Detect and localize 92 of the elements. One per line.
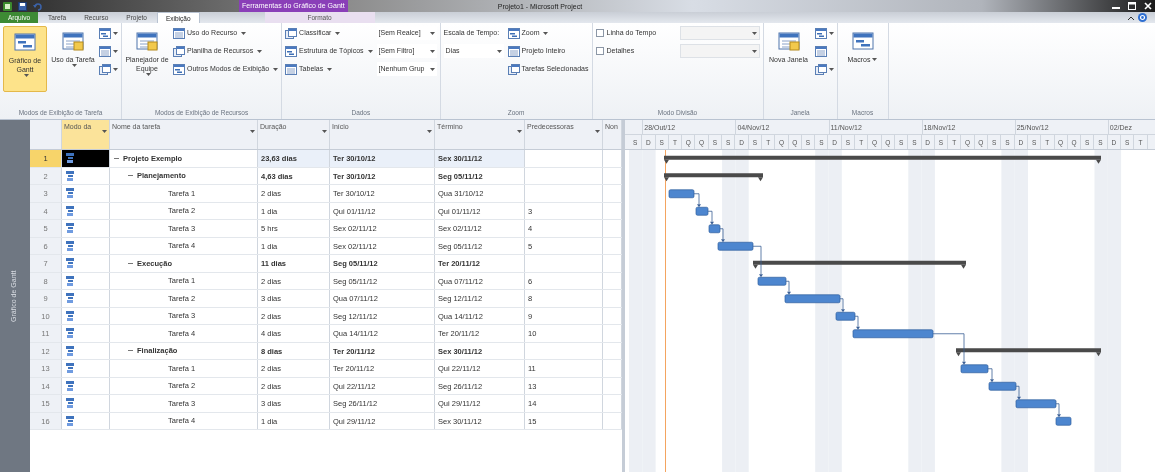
filter-caret-icon xyxy=(595,130,600,133)
filter-caret-icon xyxy=(427,130,432,133)
task-bar[interactable] xyxy=(717,241,754,251)
summary-bar[interactable] xyxy=(664,155,1101,164)
dependency-arrow xyxy=(785,280,791,295)
task-mode-icon xyxy=(66,205,74,216)
view-icon xyxy=(62,30,84,52)
view-icon xyxy=(136,30,158,52)
task-bar[interactable] xyxy=(784,294,841,304)
icon-button[interactable] xyxy=(99,26,118,40)
task-bar[interactable] xyxy=(960,364,989,374)
collapse-ribbon-icon[interactable] xyxy=(1128,15,1134,20)
task-mode-icon xyxy=(66,170,74,181)
task-bar[interactable] xyxy=(988,381,1017,391)
caret-icon xyxy=(751,49,757,53)
task-mode-icon xyxy=(66,153,74,164)
view-icon xyxy=(814,45,827,57)
dependency-arrow xyxy=(1055,403,1061,418)
caret-icon xyxy=(429,67,435,71)
dependency-arrow xyxy=(719,228,725,243)
view-icon xyxy=(99,45,111,57)
view-icon xyxy=(285,45,298,57)
dependency-arrow xyxy=(693,193,701,208)
dependency-arrow xyxy=(987,368,994,383)
save-icon[interactable] xyxy=(18,1,27,11)
summary-bar[interactable] xyxy=(753,260,966,269)
task-mode-icon xyxy=(66,188,74,199)
app-icon xyxy=(3,1,12,11)
task-mode-icon xyxy=(66,223,74,234)
view-icon xyxy=(173,27,185,39)
dropdown-field[interactable] xyxy=(679,44,760,58)
filter-caret-icon xyxy=(250,130,255,133)
view-icon xyxy=(14,31,36,53)
task-mode-icon xyxy=(66,380,74,391)
dependency-arrow xyxy=(932,333,966,365)
task-mode-icon xyxy=(66,363,74,374)
task-bar[interactable] xyxy=(757,276,787,286)
dropdown-field[interactable] xyxy=(679,26,760,40)
task-mode-icon xyxy=(66,258,74,269)
dependency-arrow xyxy=(752,245,763,278)
collapse-icon[interactable] xyxy=(128,173,133,179)
icon-button[interactable] xyxy=(99,62,118,76)
view-icon xyxy=(777,30,800,52)
icon-button[interactable] xyxy=(814,26,834,40)
caret-icon xyxy=(429,49,435,53)
view-icon xyxy=(507,45,520,57)
task-mode-icon xyxy=(66,293,74,304)
view-icon xyxy=(507,27,520,39)
task-bar[interactable] xyxy=(668,189,695,199)
view-icon xyxy=(814,63,827,75)
task-bar[interactable] xyxy=(1015,399,1057,409)
icon-button[interactable] xyxy=(814,62,834,76)
caret-icon xyxy=(429,31,435,35)
task-mode-icon xyxy=(66,240,74,251)
caret-icon xyxy=(496,49,502,53)
task-bar[interactable] xyxy=(1055,416,1072,426)
view-icon xyxy=(285,27,298,39)
view-icon xyxy=(285,63,298,75)
summary-bar[interactable] xyxy=(664,173,763,182)
help-icon[interactable] xyxy=(1138,13,1147,22)
task-bar[interactable] xyxy=(695,206,709,216)
dependency-arrow xyxy=(854,315,860,330)
task-bar[interactable] xyxy=(852,329,934,339)
task-mode-icon xyxy=(66,328,74,339)
task-mode-icon xyxy=(66,275,74,286)
view-icon xyxy=(814,27,827,39)
view-icon xyxy=(851,30,874,52)
task-mode-icon xyxy=(66,345,74,356)
restore-icon[interactable] xyxy=(1128,2,1136,10)
view-icon xyxy=(99,27,111,39)
view-icon xyxy=(99,63,111,75)
summary-bar[interactable] xyxy=(956,348,1101,357)
filter-caret-icon xyxy=(102,130,107,133)
dependency-arrow xyxy=(1015,385,1021,400)
collapse-icon[interactable] xyxy=(128,260,133,266)
close-icon[interactable] xyxy=(1144,2,1152,10)
task-mode-icon xyxy=(66,415,74,426)
caret-icon xyxy=(751,31,757,35)
dependency-arrow xyxy=(839,298,845,313)
collapse-icon[interactable] xyxy=(128,348,133,354)
view-icon xyxy=(173,63,185,75)
filter-caret-icon xyxy=(517,130,522,133)
view-icon xyxy=(507,63,520,75)
task-mode-icon xyxy=(66,310,74,321)
dependency-arrow xyxy=(707,210,714,225)
icon-button[interactable] xyxy=(99,44,118,58)
task-bar[interactable] xyxy=(708,224,721,234)
task-mode-icon xyxy=(66,398,74,409)
task-bar[interactable] xyxy=(835,311,856,321)
view-icon xyxy=(173,45,185,57)
filter-caret-icon xyxy=(322,130,327,133)
collapse-icon[interactable] xyxy=(114,155,119,161)
